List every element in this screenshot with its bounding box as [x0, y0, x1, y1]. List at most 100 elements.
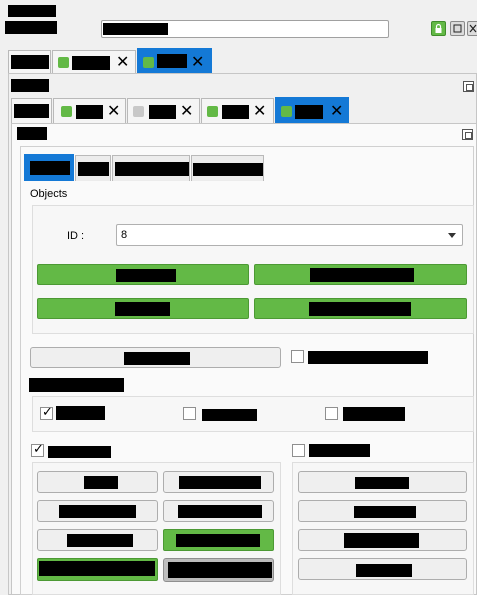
right-button-1-label-redacted [355, 477, 409, 489]
subtab-3-status-icon [133, 106, 144, 117]
subtab-4-status-icon [207, 106, 218, 117]
left-button-8-pressed[interactable] [163, 558, 274, 582]
subtab-2[interactable]: ✕ [53, 98, 126, 123]
right-button-3-label-redacted [344, 533, 419, 548]
detach-icon[interactable] [463, 81, 474, 92]
option-checkbox-c[interactable] [183, 407, 196, 420]
subtab-4-label-redacted [222, 105, 249, 119]
right-button-4[interactable] [298, 558, 467, 580]
id-select[interactable]: 8 [116, 224, 463, 246]
object-action-button-3-label-redacted [115, 302, 170, 316]
wide-action-button-label-redacted [124, 352, 190, 365]
subtab-3[interactable]: ✕ [127, 98, 200, 123]
tab-2-status-icon [58, 57, 69, 68]
inner-panel-title-redacted [17, 127, 47, 140]
option-checkbox-d[interactable] [325, 407, 338, 420]
tab-2-label-redacted [72, 56, 110, 70]
search-label-redacted [5, 21, 57, 34]
detach-icon[interactable] [462, 129, 473, 140]
option-checkbox-b-label-redacted [56, 406, 105, 420]
tab-1[interactable] [8, 50, 51, 73]
option-checkbox-d-label-redacted [343, 407, 405, 421]
group-right-checkbox[interactable] [292, 444, 305, 457]
id-label: ID : [67, 230, 85, 242]
content-tab-1[interactable] [24, 154, 74, 181]
content-tab-1-label-redacted [30, 161, 70, 175]
left-button-5[interactable] [37, 529, 158, 551]
close-icon[interactable]: ✕ [107, 103, 120, 119]
subtab-3-label-redacted [149, 105, 176, 119]
close-icon[interactable]: ✕ [330, 103, 343, 119]
left-button-3-label-redacted [59, 505, 136, 518]
content-tab-3-label-redacted [115, 162, 189, 176]
app-title-redacted [8, 5, 56, 17]
subtab-1-label-redacted [14, 104, 49, 118]
close-icon[interactable]: ✕ [180, 103, 193, 119]
left-button-1-label-redacted [84, 476, 118, 489]
subtab-1[interactable] [11, 98, 52, 123]
object-action-button-2[interactable] [254, 264, 467, 285]
check-icon: ✓ [33, 442, 44, 457]
option-checkbox-a-label-redacted [308, 351, 428, 364]
close-window-button[interactable] [467, 21, 477, 36]
object-action-button-4-label-redacted [309, 302, 411, 316]
tab-3-status-icon [143, 57, 154, 68]
left-button-4-label-redacted [178, 505, 262, 518]
chevron-down-icon [448, 233, 456, 238]
right-button-4-label-redacted [356, 564, 412, 577]
option-checkbox-b[interactable]: ✓ [40, 405, 53, 420]
content-tab-4-label-redacted [193, 163, 263, 176]
search-input[interactable] [101, 20, 389, 38]
object-action-button-4[interactable] [254, 298, 467, 319]
subtab-5-active[interactable]: ✕ [275, 97, 349, 123]
id-select-value: 8 [121, 229, 128, 241]
wide-action-button[interactable] [30, 347, 281, 368]
tab-3-label-redacted [157, 54, 187, 68]
content-tab-4[interactable] [191, 155, 264, 181]
search-text-redacted [103, 23, 168, 35]
left-button-2[interactable] [163, 471, 274, 493]
tab-1-label-redacted [11, 55, 49, 69]
close-icon[interactable]: ✕ [116, 54, 129, 70]
left-button-7-active[interactable] [37, 558, 158, 581]
right-button-3[interactable] [298, 529, 467, 551]
subtab-5-label-redacted [295, 105, 323, 119]
left-button-6-active[interactable] [163, 529, 274, 551]
outer-panel-title-redacted [11, 79, 49, 92]
left-button-1[interactable] [37, 471, 158, 493]
left-button-5-label-redacted [67, 534, 133, 547]
subtab-2-label-redacted [76, 105, 103, 119]
subtab-2-status-icon [61, 106, 72, 117]
left-button-4[interactable] [163, 500, 274, 522]
section-header-redacted [29, 378, 124, 392]
lock-button[interactable] [431, 21, 446, 36]
subtab-4[interactable]: ✕ [201, 98, 274, 123]
right-button-1[interactable] [298, 471, 467, 493]
object-action-button-1[interactable] [37, 264, 249, 285]
maximize-button[interactable] [450, 21, 465, 36]
right-button-2-label-redacted [354, 506, 416, 518]
group-left-checkbox[interactable]: ✓ [31, 442, 44, 457]
close-icon[interactable]: ✕ [253, 103, 266, 119]
object-action-button-1-label-redacted [116, 269, 176, 282]
subtab-5-status-icon [281, 106, 292, 117]
left-button-8-label-redacted [168, 562, 272, 578]
option-checkbox-a[interactable] [291, 350, 304, 363]
left-button-3[interactable] [37, 500, 158, 522]
content-tab-2[interactable] [75, 155, 111, 181]
check-icon: ✓ [42, 405, 53, 420]
left-button-2-label-redacted [179, 476, 261, 489]
content-tab-3[interactable] [112, 155, 190, 181]
tab-3-active[interactable]: ✕ [137, 48, 212, 73]
close-icon [469, 24, 477, 33]
option-checkbox-c-label-redacted [202, 409, 257, 421]
close-icon[interactable]: ✕ [191, 54, 204, 70]
group-right-checkbox-label-redacted [309, 444, 370, 457]
left-button-7-label-redacted [39, 561, 155, 576]
group-left-checkbox-label-redacted [48, 446, 111, 458]
tab-2[interactable]: ✕ [52, 50, 136, 73]
right-button-2[interactable] [298, 500, 467, 522]
object-action-button-3[interactable] [37, 298, 249, 319]
left-button-6-label-redacted [176, 534, 260, 547]
window-icon [453, 24, 462, 33]
